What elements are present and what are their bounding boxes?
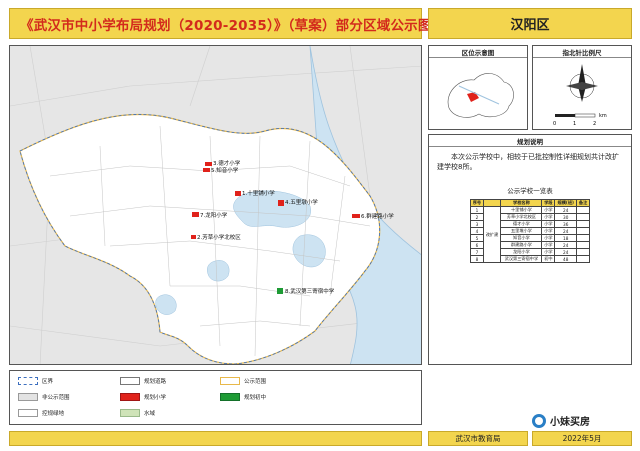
school-marker-4[interactable] [278,200,284,206]
planning-notes-panel: 规划说明 本次公示学校中，相较于已批控制性详细规划共计改扩建学校8所。 公示学校… [428,134,632,365]
planning-notes-text: 本次公示学校中，相较于已批控制性详细规划共计改扩建学校8所。 [437,153,619,171]
school-table: 序号 学校名称 学段 规模(班) 备注 1 改扩建 十里铺小学 小学 24 2 芳草小学北校… [470,199,590,263]
school-marker-3[interactable] [205,162,212,166]
legend-label: 公示范围 [244,379,267,385]
main-map[interactable]: 3.德才小学 5.知音小学 1.十里铺小学 4.五里墩小学 7.龙阳小学 6.群… [9,45,422,365]
svg-text:1: 1 [573,121,576,127]
legend-item: 非公示范围 [18,393,70,401]
location-map-title: 区位示意图 [429,46,527,58]
school-label-8: 8.武汉第三寄宿中学 [285,287,335,295]
school-label-6: 6.群建路小学 [361,212,394,220]
legend-swatch [120,377,140,385]
legend-item: 规划小学 [120,393,166,401]
table-row: 1 改扩建 十里铺小学 小学 24 [470,206,590,263]
legend-label: 规划道路 [144,379,167,385]
legend-label: 规划小学 [144,395,167,401]
legend-item: 公示范围 [220,377,266,385]
scale-bar: 0 1 2 km [553,113,607,127]
school-label-2: 2.芳草小学北校区 [197,233,241,241]
legend-label: 区界 [42,379,54,385]
wechat-icon [532,413,546,428]
legend-swatch [18,409,38,417]
school-label-7: 7.龙阳小学 [200,211,228,219]
school-marker-6[interactable] [352,214,360,218]
north-scale-title: 指北针比例尺 [533,46,631,58]
north-scale-panel: 指北针比例尺 0 1 2 km [532,45,632,130]
legend-item: 规划道路 [120,377,166,385]
legend-item: 水域 [120,409,155,417]
footer-agency: 武汉市教育局 [428,431,528,446]
footer-strip [9,431,422,446]
school-marker-5[interactable] [203,168,210,172]
north-arrow-and-scale: 0 1 2 km [553,64,607,127]
legend-label: 控规绿地 [42,411,65,417]
school-marker-2[interactable] [191,235,196,239]
middle-school-marker-8[interactable] [277,288,283,294]
legend-label: 水域 [144,411,156,417]
title-bar: 《武汉市中小学布局规划（2020-2035）》（草案）部分区域公示图 [9,8,431,39]
school-marker-7[interactable] [192,212,199,217]
legend-item: 规划初中 [220,393,266,401]
legend-item: 区界 [18,377,53,385]
legend-swatch [120,409,140,417]
legend-swatch [120,393,140,401]
legend-label: 规划初中 [244,395,267,401]
north-arrow-icon [566,64,598,102]
svg-text:km: km [599,113,607,119]
legend-swatch [18,377,38,385]
group-label: 改扩建 [482,206,502,263]
school-label-1: 1.十里铺小学 [242,189,275,197]
school-marker-1[interactable] [235,191,241,196]
legend-swatch [220,377,240,385]
district-bar: 汉阳区 [428,8,632,39]
legend-label: 非公示范围 [42,395,70,401]
legend-swatch [18,393,38,401]
location-panel: 区位示意图 [428,45,528,130]
school-label-3: 3.德才小学 [213,159,241,167]
svg-text:2: 2 [593,121,596,127]
legend: 区界 规划道路 公示范围非公示范围 规划小学 规划初中控规绿地 水域 [9,370,422,425]
school-table-header: 序号 学校名称 学段 规模(班) 备注 [470,199,590,207]
svg-text:0: 0 [553,121,556,127]
district-name: 汉阳区 [510,18,550,33]
footer-date: 2022年5月 [532,431,632,446]
location-map [447,73,514,118]
map-canvas: 3.德才小学 5.知音小学 1.十里铺小学 4.五里墩小学 7.龙阳小学 6.群… [10,46,421,364]
watermark: 小妹买房 [532,413,590,428]
planning-notes-heading: 规划说明 [429,135,631,147]
map-title: 《武汉市中小学布局规划（2020-2035）》（草案）部分区域公示图 [20,17,432,34]
school-table-title: 公示学校一览表 [507,187,553,195]
legend-item: 控规绿地 [18,409,64,417]
legend-swatch [220,393,240,401]
school-label-4: 4.五里墩小学 [285,198,318,206]
school-label-5: 5.知音小学 [211,166,239,174]
